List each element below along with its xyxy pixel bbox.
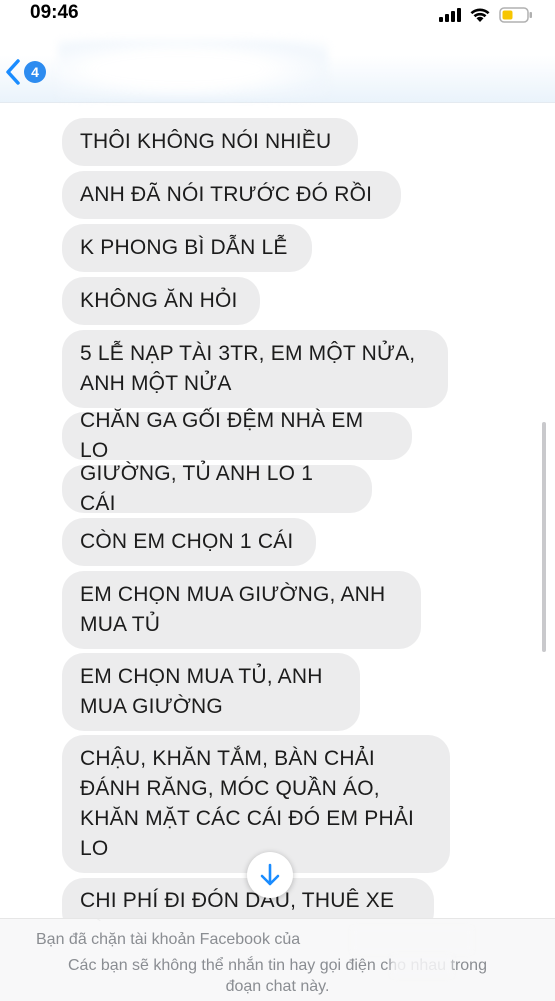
status-time: 09:46 — [30, 2, 79, 23]
message-bubble: ANH ĐÃ NÓI TRƯỚC ĐÓ RỒI — [62, 171, 401, 219]
message-bubble: EM CHỌN MUA GIƯỜNG, ANH MUA TỦ — [62, 571, 421, 649]
blocked-notice-line: Các bạn sẽ không thể nhắn tin hay gọi đi… — [68, 957, 487, 974]
signal-icon — [439, 8, 461, 22]
blurred-contact-name — [58, 40, 328, 98]
scrollbar-thumb[interactable] — [542, 422, 546, 652]
message-bubble: K PHONG BÌ DẪN LỄ — [62, 224, 312, 272]
unread-count-badge[interactable]: 4 — [24, 61, 46, 83]
blurred-name-redaction — [352, 927, 472, 953]
scrollbar[interactable] — [542, 422, 547, 652]
status-icons — [439, 6, 533, 24]
message-bubble: 5 LỄ NẠP TÀI 3TR, EM MỘT NỬA, ANH MỘT NỬ… — [62, 330, 448, 408]
scroll-to-bottom-button[interactable] — [247, 852, 293, 898]
message-bubble: CHI PHÍ ĐI ĐÓN DÂU, THUÊ XE LÀ — [62, 878, 434, 922]
message-list: THÔI KHÔNG NÓI NHIỀU ANH ĐÃ NÓI TRƯỚC ĐÓ… — [0, 102, 555, 922]
blocked-notice-line: đoạn chat này. — [225, 978, 330, 995]
blurred-text-redaction — [392, 955, 452, 977]
arrow-down-icon — [260, 863, 280, 886]
back-chevron-icon[interactable] — [4, 58, 22, 86]
wifi-icon — [470, 8, 490, 22]
blocked-notice-title: Bạn đã chặn tài khoản Facebook của — [36, 931, 301, 948]
status-bar: 09:46 — [0, 0, 555, 30]
blocked-notice: Bạn đã chặn tài khoản Facebook của Các b… — [0, 918, 555, 1001]
message-bubble: CÒN EM CHỌN 1 CÁI — [62, 518, 316, 566]
chat-header: 4 — [0, 30, 555, 103]
battery-icon — [499, 7, 532, 23]
message-bubble: EM CHỌN MUA TỦ, ANH MUA GIƯỜNG — [62, 653, 360, 731]
message-bubble: CHĂN GA GỐI ĐỆM NHÀ EM LO — [62, 409, 412, 462]
blocked-notice-body: Các bạn sẽ không thể nhắn tin hay gọi đi… — [0, 955, 555, 997]
message-bubble: GIƯỜNG, TỦ ANH LO 1 CÁI — [62, 462, 372, 515]
message-bubble: KHÔNG ĂN HỎI — [62, 277, 260, 325]
message-bubble: CHẬU, KHĂN TẮM, BÀN CHẢI ĐÁNH RĂNG, MÓC … — [62, 735, 450, 873]
message-bubble: THÔI KHÔNG NÓI NHIỀU — [62, 118, 358, 166]
